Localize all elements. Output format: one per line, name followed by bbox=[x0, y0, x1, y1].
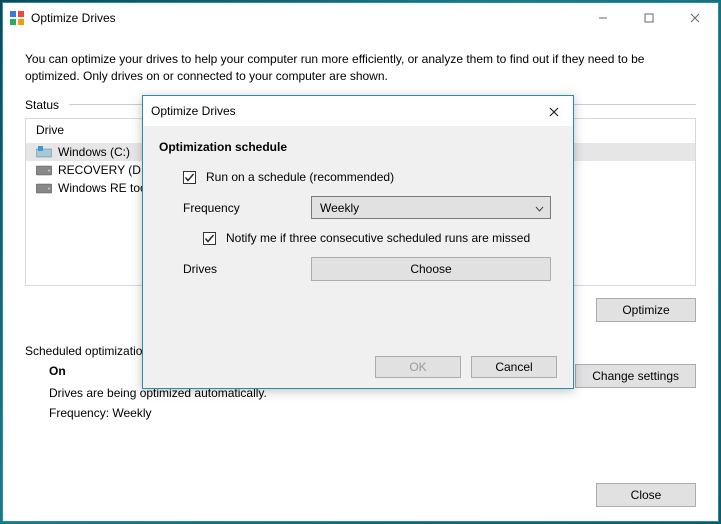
window-controls bbox=[580, 3, 718, 33]
close-window-button[interactable] bbox=[672, 3, 718, 33]
intro-text: You can optimize your drives to help you… bbox=[25, 51, 696, 86]
run-schedule-row: Run on a schedule (recommended) bbox=[159, 170, 551, 184]
dialog-close-button[interactable] bbox=[541, 102, 567, 122]
close-icon bbox=[549, 107, 559, 117]
dialog-footer: OK Cancel bbox=[143, 346, 573, 388]
notify-checkbox[interactable] bbox=[203, 232, 216, 245]
change-settings-button[interactable]: Change settings bbox=[575, 364, 696, 388]
optimization-schedule-dialog: Optimize Drives Optimization schedule Ru… bbox=[142, 95, 574, 389]
defrag-app-icon bbox=[9, 10, 25, 26]
optimize-button[interactable]: Optimize bbox=[596, 298, 696, 322]
dialog-body: Optimization schedule Run on a schedule … bbox=[143, 126, 573, 303]
dialog-title: Optimize Drives bbox=[151, 104, 236, 118]
drive-windows-icon bbox=[36, 146, 52, 158]
drive-name: Windows (C:) bbox=[58, 145, 130, 159]
run-schedule-label: Run on a schedule (recommended) bbox=[206, 170, 394, 184]
chevron-down-icon bbox=[535, 201, 544, 215]
scheduled-label: Scheduled optimization bbox=[25, 344, 149, 358]
checkmark-icon bbox=[204, 233, 215, 244]
drive-name: RECOVERY (D:) bbox=[58, 163, 148, 177]
close-button[interactable]: Close bbox=[596, 483, 696, 507]
window-titlebar: Optimize Drives bbox=[3, 3, 718, 33]
run-schedule-checkbox[interactable] bbox=[183, 171, 196, 184]
notify-label: Notify me if three consecutive scheduled… bbox=[226, 231, 530, 245]
drive-icon bbox=[36, 182, 52, 194]
dialog-titlebar: Optimize Drives bbox=[143, 96, 573, 126]
minimize-button[interactable] bbox=[580, 3, 626, 33]
drive-name: Windows RE tools bbox=[58, 181, 155, 195]
choose-drives-button[interactable]: Choose bbox=[311, 257, 551, 281]
drives-row: Drives Choose bbox=[159, 257, 551, 281]
maximize-button[interactable] bbox=[626, 3, 672, 33]
frequency-row: Frequency Weekly bbox=[159, 196, 551, 219]
drive-icon bbox=[36, 164, 52, 176]
window-footer: Close bbox=[596, 483, 696, 507]
cancel-button[interactable]: Cancel bbox=[471, 356, 557, 378]
frequency-value: Weekly bbox=[320, 201, 359, 215]
window-title: Optimize Drives bbox=[31, 11, 116, 25]
notify-row: Notify me if three consecutive scheduled… bbox=[159, 231, 551, 245]
schedule-frequency-text: Frequency: Weekly bbox=[49, 406, 575, 420]
ok-button[interactable]: OK bbox=[375, 356, 461, 378]
status-label: Status bbox=[25, 98, 59, 112]
frequency-label: Frequency bbox=[183, 201, 311, 215]
checkmark-icon bbox=[184, 172, 195, 183]
drives-label: Drives bbox=[183, 262, 311, 276]
frequency-select[interactable]: Weekly bbox=[311, 196, 551, 219]
dialog-heading: Optimization schedule bbox=[159, 140, 551, 154]
